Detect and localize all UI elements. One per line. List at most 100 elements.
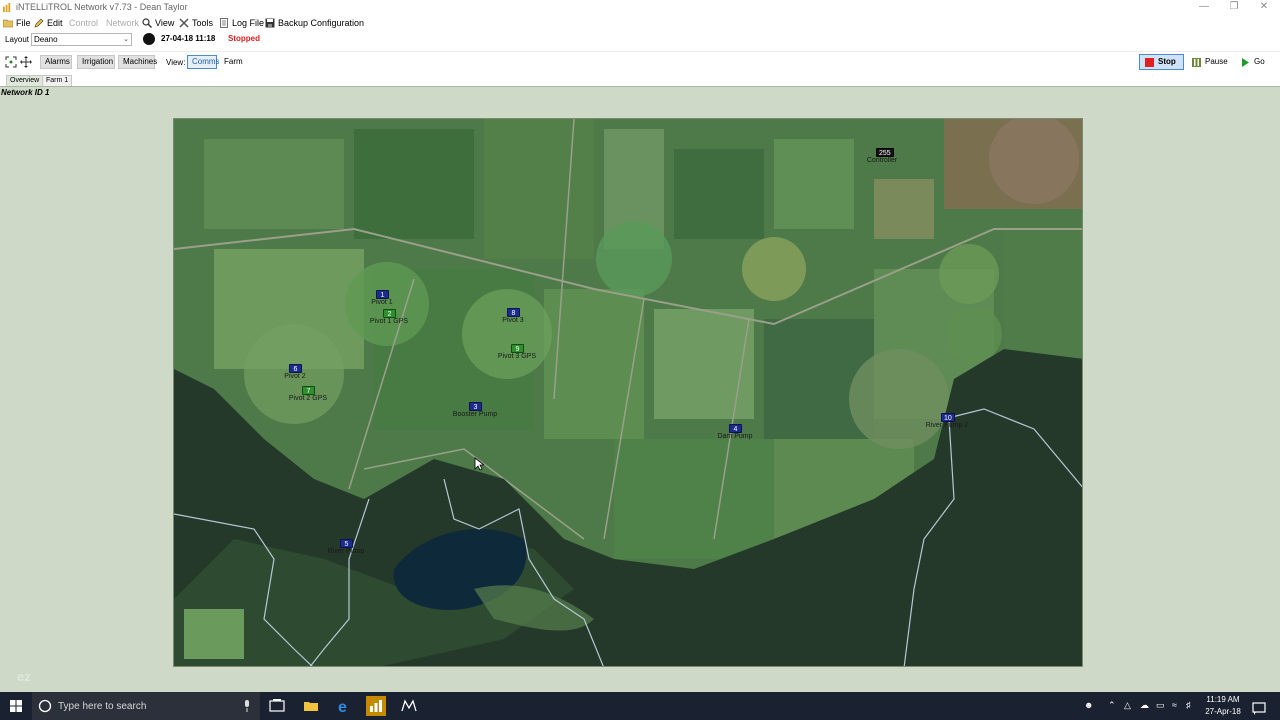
menu-backup[interactable]: Backup Configuration bbox=[265, 16, 364, 30]
comms-view-button[interactable]: Comms bbox=[187, 55, 220, 69]
node-id: 1 bbox=[376, 290, 389, 299]
wifi-icon[interactable]: ≈ bbox=[1172, 700, 1177, 710]
windows-taskbar: Type here to search e ☻ ⌃ △ ☁ ▭ ≈ ♯ 11:1… bbox=[0, 692, 1280, 720]
toolbar: Alarms Irrigation Machines View: Comms F… bbox=[0, 51, 1280, 71]
restore-button[interactable]: ❐ bbox=[1219, 0, 1249, 15]
menu-log-file[interactable]: Log File bbox=[219, 16, 264, 30]
node-label: Booster Pump bbox=[452, 411, 498, 418]
machines-button[interactable]: Machines bbox=[118, 55, 157, 69]
search-icon bbox=[38, 699, 52, 713]
file-explorer-icon[interactable] bbox=[301, 696, 321, 716]
tools-icon bbox=[179, 18, 189, 28]
menu-tools[interactable]: Tools bbox=[179, 16, 213, 30]
recorder-app-icon[interactable] bbox=[399, 696, 419, 716]
menu-control-label: Control bbox=[69, 18, 99, 28]
node-id: 5 bbox=[340, 539, 353, 548]
node-label: Pivot 2 GPS bbox=[288, 395, 328, 402]
current-datetime: 27-04-18 11:18 bbox=[161, 34, 216, 43]
node-label: Pivot 2 bbox=[284, 373, 306, 380]
node-label: River Pump bbox=[327, 548, 365, 555]
svg-text:e: e bbox=[338, 699, 347, 716]
menu-backup-label: Backup Configuration bbox=[278, 18, 365, 28]
menu-view-label: View bbox=[155, 18, 175, 28]
people-icon[interactable]: ☻ bbox=[1084, 700, 1093, 710]
node-id: 2 bbox=[383, 309, 396, 318]
chevron-up-icon[interactable]: ⌃ bbox=[1108, 700, 1116, 711]
layout-bar: Layout Deano ⌄ 27-04-18 11:18 Stopped bbox=[0, 31, 1280, 49]
minimize-button[interactable]: — bbox=[1189, 0, 1219, 15]
microphone-icon[interactable] bbox=[243, 700, 251, 712]
menu-bar: File Edit Control Network View Tools Log… bbox=[0, 15, 1280, 31]
tab-overview[interactable]: Overview bbox=[6, 75, 44, 86]
menu-log-file-label: Log File bbox=[232, 18, 265, 28]
pencil-icon bbox=[34, 18, 44, 28]
satellite-map[interactable]: 1 Pivot 1 2 Pivot 1 GPS 8 Pivot 3 9 Pivo… bbox=[173, 118, 1083, 667]
node-id: 255 bbox=[876, 148, 894, 157]
go-button[interactable]: Go bbox=[1235, 54, 1271, 70]
node-label: River Pump 2 bbox=[925, 422, 969, 429]
close-button[interactable]: ✕ bbox=[1249, 0, 1279, 15]
save-icon bbox=[265, 18, 275, 28]
pause-button[interactable]: Pause bbox=[1186, 54, 1230, 70]
play-icon bbox=[1242, 58, 1249, 67]
run-status: Stopped bbox=[228, 34, 260, 43]
move-icon[interactable] bbox=[20, 56, 32, 68]
notification-icon[interactable] bbox=[1251, 698, 1267, 718]
intellitrol-app-icon[interactable] bbox=[366, 696, 386, 716]
alarms-button[interactable]: Alarms bbox=[40, 55, 72, 69]
watermark-text: ez bbox=[17, 669, 31, 684]
layout-select-value: Deano bbox=[34, 35, 58, 44]
menu-control[interactable]: Control bbox=[69, 16, 98, 30]
menu-network-label: Network bbox=[106, 18, 140, 28]
search-placeholder: Type here to search bbox=[58, 701, 147, 712]
mouse-cursor-icon bbox=[474, 457, 484, 471]
farm-view-button[interactable]: Farm bbox=[219, 55, 243, 69]
node-label: Pivot 1 bbox=[371, 299, 393, 306]
volume-icon[interactable]: ♯ bbox=[1186, 700, 1191, 710]
menu-view[interactable]: View bbox=[142, 16, 174, 30]
node-id: 7 bbox=[302, 386, 315, 395]
view-label: View: bbox=[166, 58, 186, 67]
tab-farm-1[interactable]: Farm 1 bbox=[42, 75, 73, 86]
document-icon bbox=[220, 18, 228, 28]
layout-select[interactable]: Deano ⌄ bbox=[31, 33, 132, 46]
pause-icon bbox=[1192, 58, 1201, 67]
cloud-icon[interactable]: ☁ bbox=[1140, 700, 1149, 711]
menu-tools-label: Tools bbox=[192, 18, 214, 28]
taskbar-time[interactable]: 11:19 AM bbox=[1200, 695, 1246, 704]
chevron-down-icon: ⌄ bbox=[123, 36, 129, 43]
folder-icon bbox=[3, 19, 13, 28]
layout-label: Layout bbox=[5, 35, 30, 44]
menu-edit[interactable]: Edit bbox=[34, 16, 63, 30]
node-id: 8 bbox=[507, 308, 520, 317]
node-label: Pivot 3 bbox=[502, 317, 524, 324]
windows-start-icon[interactable] bbox=[10, 700, 22, 712]
stop-label: Stop bbox=[1158, 57, 1176, 66]
menu-network[interactable]: Network bbox=[106, 16, 139, 30]
network-tray-icon[interactable]: △ bbox=[1124, 700, 1131, 711]
zoom-fit-icon[interactable] bbox=[5, 56, 17, 68]
battery-icon[interactable]: ▭ bbox=[1156, 700, 1165, 711]
task-view-icon[interactable] bbox=[267, 696, 287, 716]
node-label: Pivot 3 GPS bbox=[497, 353, 537, 360]
main-panel: Network ID 1 1 Pivot 1 2 Pivot 1 GPS 8 P… bbox=[0, 86, 1280, 692]
node-id: 10 bbox=[941, 413, 955, 422]
clock-icon bbox=[143, 33, 155, 45]
menu-edit-label: Edit bbox=[47, 18, 63, 28]
stop-icon bbox=[1145, 58, 1154, 67]
window-title: iNTELLiTROL Network v7.73 - Dean Taylor bbox=[16, 2, 188, 12]
edge-browser-icon[interactable]: e bbox=[334, 696, 354, 716]
title-bar: iNTELLiTROL Network v7.73 - Dean Taylor … bbox=[0, 0, 1280, 15]
node-label: Controller bbox=[866, 157, 898, 164]
taskbar-date[interactable]: 27-Apr-18 bbox=[1200, 707, 1246, 716]
magnifier-icon bbox=[142, 18, 152, 28]
node-label: Pivot 1 GPS bbox=[369, 318, 409, 325]
go-label: Go bbox=[1254, 57, 1265, 66]
irrigation-button[interactable]: Irrigation bbox=[77, 55, 115, 69]
node-id: 4 bbox=[729, 424, 742, 433]
menu-file[interactable]: File bbox=[3, 16, 31, 30]
node-id: 6 bbox=[289, 364, 302, 373]
network-id-label: Network ID 1 bbox=[1, 88, 50, 97]
watermark: ez bbox=[15, 667, 137, 687]
stop-button[interactable]: Stop bbox=[1139, 54, 1184, 70]
